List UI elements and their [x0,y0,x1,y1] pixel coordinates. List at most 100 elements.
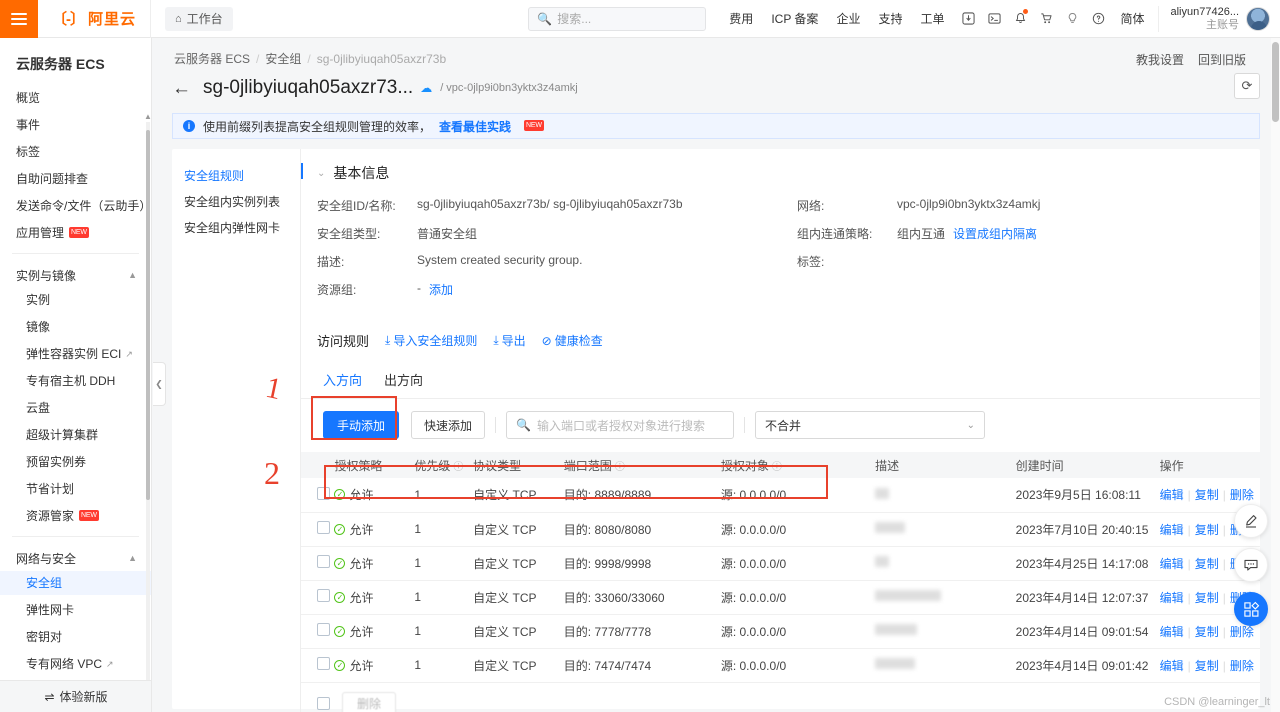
sidebar-item-tags[interactable]: 标签 [0,140,151,164]
try-new-version-button[interactable]: ⇌ 体验新版 [0,680,152,712]
sidebar-item-events[interactable]: 事件 [0,113,151,137]
tab-outbound[interactable]: 出方向 [384,370,423,398]
copy-link[interactable]: 复制 [1195,523,1219,537]
cart-icon[interactable] [1033,0,1059,38]
table-row[interactable]: ✓允许 1 自定义 TCP 目的: 9998/9998 源: 0.0.0.0/0… [301,546,1260,580]
sidebar-group-instances[interactable]: 实例与镜像 ▲ [0,262,151,288]
import-rules-button[interactable]: ⤓ 导入安全组规则 [385,332,477,349]
sidebar-group-network[interactable]: 网络与安全 ▲ [0,545,151,571]
merge-select[interactable]: 不合并 ⌄ [755,411,985,439]
account-menu[interactable]: aliyun77426... 主账号 [1158,6,1280,32]
sidebar-item-eni[interactable]: 弹性网卡 [0,598,151,622]
sidebar-item-ddh[interactable]: 专有宿主机 DDH [0,369,151,393]
tab-inbound[interactable]: 入方向 [323,370,362,398]
rules-search-input[interactable]: 🔍 输入端口或者授权对象进行搜索 [506,411,734,439]
sidebar-item-vpc[interactable]: 专有网络 VPC ↗ [0,652,151,676]
copy-link[interactable]: 复制 [1195,488,1219,502]
sidebar-scrollbar-thumb[interactable] [146,130,150,500]
topnav-item-enterprise[interactable]: 企业 [827,0,869,38]
best-practice-link[interactable]: 查看最佳实践 [439,118,511,135]
row-checkbox[interactable] [317,487,330,500]
sidebar-item-self-diagnosis[interactable]: 自助问题排查 [0,167,151,191]
sidebar-item-instance[interactable]: 实例 [0,288,151,312]
comment-icon[interactable] [1234,548,1268,582]
breadcrumb-security-group[interactable]: 安全组 [265,50,301,67]
table-row[interactable]: ✓允许 1 自定义 TCP 目的: 7474/7474 源: 0.0.0.0/0… [301,648,1260,682]
avatar[interactable] [1246,7,1270,31]
workbench-button[interactable]: ⌂ 工作台 [165,7,233,31]
info-icon[interactable]: ⓘ [453,462,463,473]
sidebar-collapse-handle[interactable]: ❮ [153,362,166,406]
add-resource-group-link[interactable]: 添加 [429,281,453,298]
sidebar-item-send-command[interactable]: 发送命令/文件（云助手） [0,194,151,218]
edit-link[interactable]: 编辑 [1160,523,1184,537]
delete-link[interactable]: 删除 [1230,659,1254,673]
info-icon[interactable]: ⓘ [772,462,782,473]
subnav-item-eni-list[interactable]: 安全组内弹性网卡 [172,215,300,241]
health-check-button[interactable]: ⊘ 健康检查 [542,332,603,349]
delete-link[interactable]: 删除 [1230,488,1254,502]
apps-grid-icon[interactable] [1234,592,1268,626]
copy-link[interactable]: 复制 [1195,557,1219,571]
sidebar-item-scc[interactable]: 超级计算集群 [0,423,151,447]
edit-link[interactable]: 编辑 [1160,488,1184,502]
scroll-up-arrow-icon[interactable]: ▲ [144,112,152,121]
table-row[interactable]: ✓允许 1 自定义 TCP 目的: 7778/7778 源: 0.0.0.0/0… [301,614,1260,648]
table-row[interactable]: ✓允许 1 自定义 TCP 目的: 8080/8080 源: 0.0.0.0/0… [301,512,1260,546]
bulb-icon[interactable] [1059,0,1085,38]
page-scrollbar-track[interactable] [1271,38,1280,712]
bell-icon[interactable] [1007,0,1033,38]
help-icon[interactable] [1085,0,1111,38]
page-scrollbar-thumb[interactable] [1272,42,1279,122]
hamburger-icon[interactable] [0,0,38,38]
terminal-icon[interactable] [981,0,1007,38]
arrow-left-icon[interactable]: ← [172,79,191,98]
refresh-icon[interactable]: ⟳ [1234,73,1260,99]
global-search-input[interactable]: 🔍 搜索... [528,7,706,31]
table-row[interactable]: ✓允许 1 自定义 TCP 目的: 8889/8889 源: 0.0.0.0/0… [301,478,1260,512]
sidebar-item-reserved-instance[interactable]: 预留实例券 [0,450,151,474]
select-all-checkbox[interactable] [317,697,330,710]
help-setting-link[interactable]: 教我设置 [1136,51,1184,68]
sidebar-item-disk[interactable]: 云盘 [0,396,151,420]
topnav-item-fee[interactable]: 费用 [720,0,762,38]
back-to-old-link[interactable]: 回到旧版 [1198,51,1246,68]
row-checkbox[interactable] [317,623,330,636]
row-checkbox[interactable] [317,589,330,602]
table-row[interactable]: ✓允许 1 自定义 TCP 目的: 33060/33060 源: 0.0.0.0… [301,580,1260,614]
batch-delete-button[interactable]: 删除 [342,692,396,712]
pencil-icon[interactable] [1234,504,1268,538]
copy-link[interactable]: 复制 [1195,625,1219,639]
edit-link[interactable]: 编辑 [1160,557,1184,571]
apps-icon[interactable] [955,0,981,38]
sidebar-item-keypair[interactable]: 密钥对 [0,625,151,649]
chevron-down-icon[interactable]: ⌄ [317,168,325,179]
set-isolation-link[interactable]: 设置成组内隔离 [953,225,1037,242]
sidebar-item-eci[interactable]: 弹性容器实例 ECI ↗ [0,342,151,366]
breadcrumb-ecs[interactable]: 云服务器 ECS [174,50,250,67]
sidebar-item-savings-plan[interactable]: 节省计划 [0,477,151,501]
sidebar-item-app-manage[interactable]: 应用管理 NEW [0,221,151,245]
row-checkbox[interactable] [317,521,330,534]
sidebar-item-image[interactable]: 镜像 [0,315,151,339]
row-checkbox[interactable] [317,555,330,568]
copy-link[interactable]: 复制 [1195,591,1219,605]
topnav-item-support[interactable]: 支持 [869,0,911,38]
edit-link[interactable]: 编辑 [1160,591,1184,605]
row-checkbox[interactable] [317,657,330,670]
info-icon[interactable]: ⓘ [615,462,625,473]
sidebar-item-overview[interactable]: 概览 [0,86,151,110]
edit-link[interactable]: 编辑 [1160,625,1184,639]
brand-logo[interactable]: 〔-〕 阿里云 [38,0,151,38]
sidebar-item-resource-manager[interactable]: 资源管家 NEW [0,504,151,528]
topnav-item-ticket[interactable]: 工单 [911,0,953,38]
subnav-item-security-group-rules[interactable]: 安全组规则 [172,163,300,189]
subnav-item-instance-list[interactable]: 安全组内实例列表 [172,189,300,215]
language-switch[interactable]: 简体 [1111,10,1153,27]
sidebar-item-security-group[interactable]: 安全组 [0,571,151,595]
topnav-item-icp[interactable]: ICP 备案 [762,0,827,38]
copy-link[interactable]: 复制 [1195,659,1219,673]
export-rules-button[interactable]: ⤓ 导出 [493,332,525,349]
manual-add-button[interactable]: 手动添加 [323,411,399,439]
quick-add-button[interactable]: 快速添加 [411,411,485,439]
